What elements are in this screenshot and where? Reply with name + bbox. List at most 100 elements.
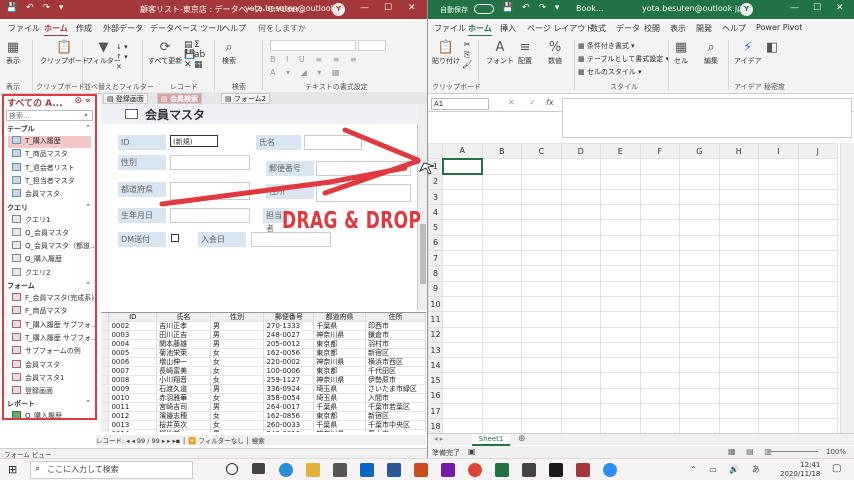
grid-cell[interactable] [758,158,799,175]
grid-cell[interactable] [679,326,720,343]
grid-cell[interactable] [639,357,680,374]
grid-cell[interactable] [481,387,522,405]
grid-cell[interactable] [718,357,759,374]
tab-developer[interactable]: 開発 [696,23,712,34]
record-buttons-2[interactable]: Σab ▦ [194,40,205,70]
column-header[interactable]: 都道府県 [313,313,367,322]
table-cell[interactable]: 0006 [108,357,158,367]
sensitivity-button[interactable]: ◧ [766,40,778,56]
grid-cell[interactable] [718,250,759,267]
table-cell[interactable]: 243-0816 [263,429,315,432]
tab-data[interactable]: データ [616,23,640,34]
grid-cell[interactable] [521,158,562,175]
grid-cell[interactable] [560,280,601,297]
record-selector[interactable] [101,393,110,403]
number-button[interactable]: % 数値 [548,40,562,66]
grid-cell[interactable] [679,280,720,297]
table-cell[interactable]: 男 [210,339,265,349]
nav-item[interactable]: サブフォームの例 [12,346,92,358]
grid-cell[interactable] [639,372,680,389]
row-header[interactable]: 10 [428,295,443,313]
grid-cell[interactable] [718,234,759,252]
grid-cell[interactable] [560,265,601,282]
grid-cell[interactable] [758,173,799,190]
record-navigator[interactable]: レコード: ◂ ◂ 99 / 99 ▸ ▸ ▸▪ │ 🔽 フィルターなし │ 検… [96,435,426,445]
grid-cell[interactable] [521,295,562,313]
grid-cell[interactable] [481,188,522,206]
record-selector[interactable] [101,429,110,432]
table-cell[interactable]: 0003 [108,330,158,340]
table-cell[interactable]: 吉川正孝 [156,321,211,331]
grid-cell[interactable] [679,250,720,267]
column-header[interactable]: I [758,143,799,160]
grid-cell[interactable] [560,204,601,221]
row-header[interactable]: 17 [428,403,443,420]
grid-cell[interactable] [758,280,799,297]
grid-cell[interactable] [600,250,641,267]
table-cell[interactable]: 0007 [108,366,158,376]
table-cell[interactable]: 埼玉県 [313,384,367,394]
tab-database-tools[interactable]: データベース ツール [150,23,224,34]
grid-cell[interactable] [758,219,799,236]
column-header[interactable]: 氏名 [156,313,211,322]
table-cell[interactable]: 0011 [108,402,158,412]
grid-cell[interactable] [639,387,680,405]
form-scrollbar[interactable] [418,104,427,310]
grid-cell[interactable] [600,341,641,359]
table-row[interactable]: 0013 桜井英次女 260-0033 千葉県 千葉市中央区 [101,420,426,430]
grid-cell[interactable] [758,357,799,374]
grid-cell[interactable] [679,387,720,405]
grid-cell[interactable] [758,265,799,282]
record-selector-header[interactable] [101,313,110,322]
powerpoint-icon[interactable] [414,463,428,477]
formula-buttons[interactable]: ✕ ✓ [508,98,542,107]
grid-cell[interactable] [560,173,601,190]
grid-cell[interactable] [758,250,799,267]
grid-cell[interactable] [679,295,720,313]
table-cell[interactable]: 増山伸一 [156,357,211,367]
sheet-nav-arrows[interactable]: ◂ ▸ [434,435,443,443]
grid-cell[interactable] [600,311,641,328]
zoom-app-icon[interactable] [603,463,617,477]
grid-cell[interactable] [481,250,522,267]
grid-cell[interactable] [718,265,759,282]
row-header[interactable]: 2 [428,173,443,190]
grid-cell[interactable] [718,418,759,433]
column-header[interactable]: 性別 [210,313,265,322]
excel-quick-access[interactable]: 💾 ↶ ↷ ▾ [502,3,562,13]
join-date-field[interactable] [251,232,331,247]
table-cell[interactable]: 男 [210,429,265,432]
fx-icon[interactable]: fx [546,98,554,107]
chevron-up-icon[interactable]: ⌃ [85,399,91,407]
table-cell[interactable]: 厚木市 [365,429,426,432]
grid-cell[interactable] [442,250,483,267]
windows-start-icon[interactable]: ⊞ [8,463,17,476]
table-cell[interactable]: 福地兼 [156,429,211,432]
explorer-icon[interactable] [306,463,320,477]
font-name-select[interactable] [270,40,356,51]
grid-cell[interactable] [639,418,680,433]
table-cell[interactable]: 260-0033 [263,420,315,430]
grid-cell[interactable] [481,219,522,236]
grid-cell[interactable] [521,234,562,252]
grid-cell[interactable] [797,173,838,190]
tab-file[interactable]: ファイル [8,23,40,34]
grid-cell[interactable] [521,403,562,420]
nav-item[interactable]: T_商品マスタ [12,149,92,161]
table-cell[interactable]: 358-0054 [263,393,315,403]
grid-cell[interactable] [797,311,838,328]
chevron-up-icon[interactable]: ⌃ [85,281,91,289]
grid-cell[interactable] [639,173,680,190]
table-cell[interactable]: 220-0002 [263,357,315,367]
table-cell[interactable]: 千代田区 [365,366,426,376]
column-header[interactable]: C [521,143,562,160]
grid-cell[interactable] [560,158,601,175]
grid-cell[interactable] [600,173,641,190]
grid-cell[interactable] [758,341,799,359]
table-cell[interactable]: 新宿区 [365,411,426,421]
conditional-format-button[interactable]: ▦ 条件付き書式 ▾ [578,41,635,51]
table-cell[interactable]: 千葉県 [313,402,367,412]
table-row[interactable]: 0010 赤羽雅華女 358-0054 埼玉県 入間市 [101,393,426,403]
grid-cell[interactable] [718,158,759,175]
grid-cell[interactable] [600,326,641,343]
